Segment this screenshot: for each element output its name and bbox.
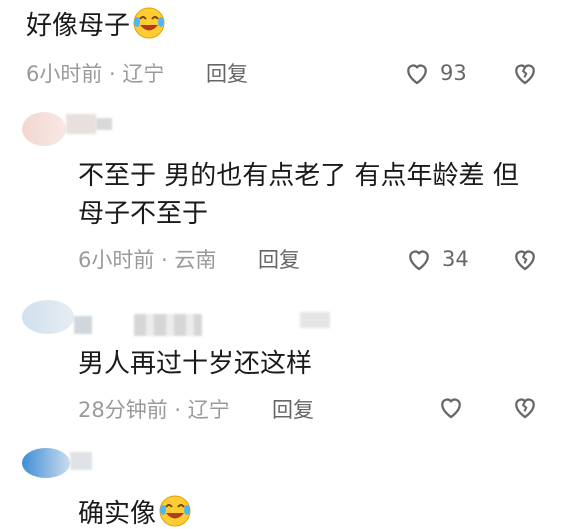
username-blurred[interactable]	[74, 316, 92, 334]
broken-heart-icon	[515, 250, 535, 271]
username-blurred[interactable]	[66, 114, 96, 134]
comment-1-like-count: 93	[440, 61, 467, 85]
comment-1-reply-button[interactable]: 回复	[206, 60, 248, 88]
comment-3-meta: 28分钟前 · 辽宁	[78, 398, 230, 422]
badge-blurred	[300, 312, 330, 328]
username-blurred[interactable]	[70, 452, 92, 470]
avatar[interactable]	[22, 448, 70, 478]
comment-2-like-count: 34	[442, 247, 469, 271]
avatar[interactable]	[22, 300, 74, 334]
heart-outline-icon	[407, 64, 427, 85]
comment-4-text-content: 确实像	[78, 499, 157, 529]
comment-4-text: 确实像	[78, 494, 192, 529]
comment-2-dislike-button[interactable]	[510, 244, 540, 274]
comment-3-reply-button[interactable]: 回复	[272, 396, 314, 424]
comment-1-like-button[interactable]: 93	[402, 58, 467, 88]
comment-2-text-line2: 母子不至于	[78, 199, 209, 229]
laughing-crying-emoji-icon	[159, 495, 191, 527]
comment-3-dislike-button[interactable]	[510, 392, 540, 422]
comment-3-text: 男人再过十岁还这样	[78, 349, 313, 379]
username-blurred-part	[134, 314, 202, 336]
comment-2-meta: 6小时前 · 云南	[78, 248, 217, 272]
broken-heart-icon	[515, 64, 535, 85]
avatar[interactable]	[22, 112, 66, 146]
comment-1-dislike-button[interactable]	[510, 58, 540, 88]
heart-outline-icon	[441, 398, 461, 419]
broken-heart-icon	[515, 398, 535, 419]
comment-1-text: 好像母子	[26, 6, 166, 44]
comment-3-like-button[interactable]	[436, 392, 474, 422]
comment-2-reply-button[interactable]: 回复	[258, 246, 300, 274]
laughing-crying-emoji-icon	[133, 7, 165, 39]
comment-list: 好像母子 6小时前 · 辽宁 回复 93 不至于 男的也有点老了 有点年龄差 但…	[0, 0, 576, 529]
comment-2-like-button[interactable]: 34	[404, 244, 469, 274]
username-blurred-part	[96, 118, 112, 130]
comment-1-meta: 6小时前 · 辽宁	[26, 62, 165, 86]
heart-outline-icon	[409, 250, 429, 271]
comment-1-text-content: 好像母子	[26, 11, 131, 41]
comment-2-text-line1: 不至于 男的也有点老了 有点年龄差 但	[78, 161, 519, 191]
